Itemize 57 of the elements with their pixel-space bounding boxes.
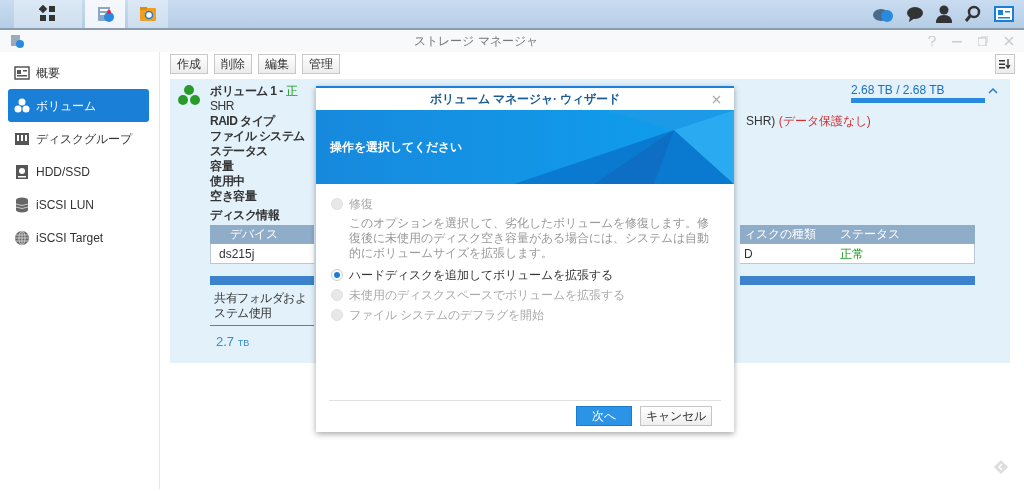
folder-search-icon [139,5,157,23]
field-label: ファイル システム [210,129,306,144]
toolbar-button[interactable]: 削除 [214,54,252,74]
window-title: ストレージ マネージャ [413,33,539,50]
sidebar-item[interactable]: ディスクグループ [8,122,149,155]
option-label[interactable]: ハードディスクを追加してボリュームを拡張する [349,266,613,284]
volume-title: ボリューム 1 - 正 [210,83,299,99]
toolbar-button[interactable]: 作成 [170,54,208,74]
table-cell-text: D [743,246,754,263]
usage-label: 共有フォルダおよ ステム使用 [210,285,314,326]
grid-icon [39,5,57,23]
card-icon[interactable] [994,6,1014,22]
dialog-title: ボリューム マネージャ· ウィザード [429,91,621,108]
column-header: デバイス [210,225,314,244]
user-icon[interactable] [936,5,952,23]
field-label: 容量 [210,159,235,174]
option-label: 修復 [349,196,373,213]
toolbar-button[interactable]: 編集 [258,54,296,74]
field-label: 使用中 [210,174,246,189]
column-header: ィスクの種類 [743,226,817,243]
option-label: 未使用のディスクスペースでボリュームを拡張する [349,287,625,304]
volume-type: SHR [210,99,235,114]
section-title: ディスク情報 [210,208,281,223]
taskbar-app-button[interactable] [14,0,82,28]
close-icon[interactable] [712,95,721,104]
capacity-text: 2.68 TB / 2.68 TB [851,83,946,98]
sort-icon [999,59,1011,69]
field-label: ステータス [210,144,269,159]
radio-button[interactable] [331,269,343,281]
overview-icon [14,64,30,81]
sidebar-item[interactable]: iSCSI LUN [8,188,149,221]
dialog-heading: 操作を選択してください [330,139,462,156]
database-icon [14,196,30,213]
storage-app-icon [96,5,114,23]
raid-value: SHR) (データ保護なし) [745,114,872,129]
cancel-button[interactable]: キャンセル [640,406,712,426]
app-icon [10,34,24,48]
collapse-icon[interactable] [987,87,998,94]
column-header: ステータス [840,226,900,243]
option-label: ファイル システムのデフラグを開始 [349,307,545,324]
sort-button[interactable] [995,54,1015,74]
sidebar-item[interactable]: ボリューム [8,89,149,122]
field-label: 空き容量 [210,189,258,204]
option-description: このオプションを選択して、劣化したボリュームを修復します。修復後に未使用のディスク空き容量がある場合には、システムは自動的にボリュームサイズを拡張します。 [348,215,710,262]
hard-drive-icon [14,163,30,180]
usage-value: 2.7 TB [215,333,251,351]
globe-icon [14,229,30,246]
chat-icon[interactable] [906,6,924,22]
search-icon[interactable] [964,5,982,23]
status-text: 正常 [840,246,864,263]
sidebar-item[interactable]: 概要 [8,56,149,89]
sidebar-item[interactable]: HDD/SSD [8,155,149,188]
field-label: RAID タイプ [210,114,277,129]
sidebar-item[interactable]: iSCSI Target [8,221,149,254]
table-cell: ds215j [210,244,314,264]
disk-group-icon [14,130,30,147]
toolbar-button[interactable]: 管理 [302,54,340,74]
